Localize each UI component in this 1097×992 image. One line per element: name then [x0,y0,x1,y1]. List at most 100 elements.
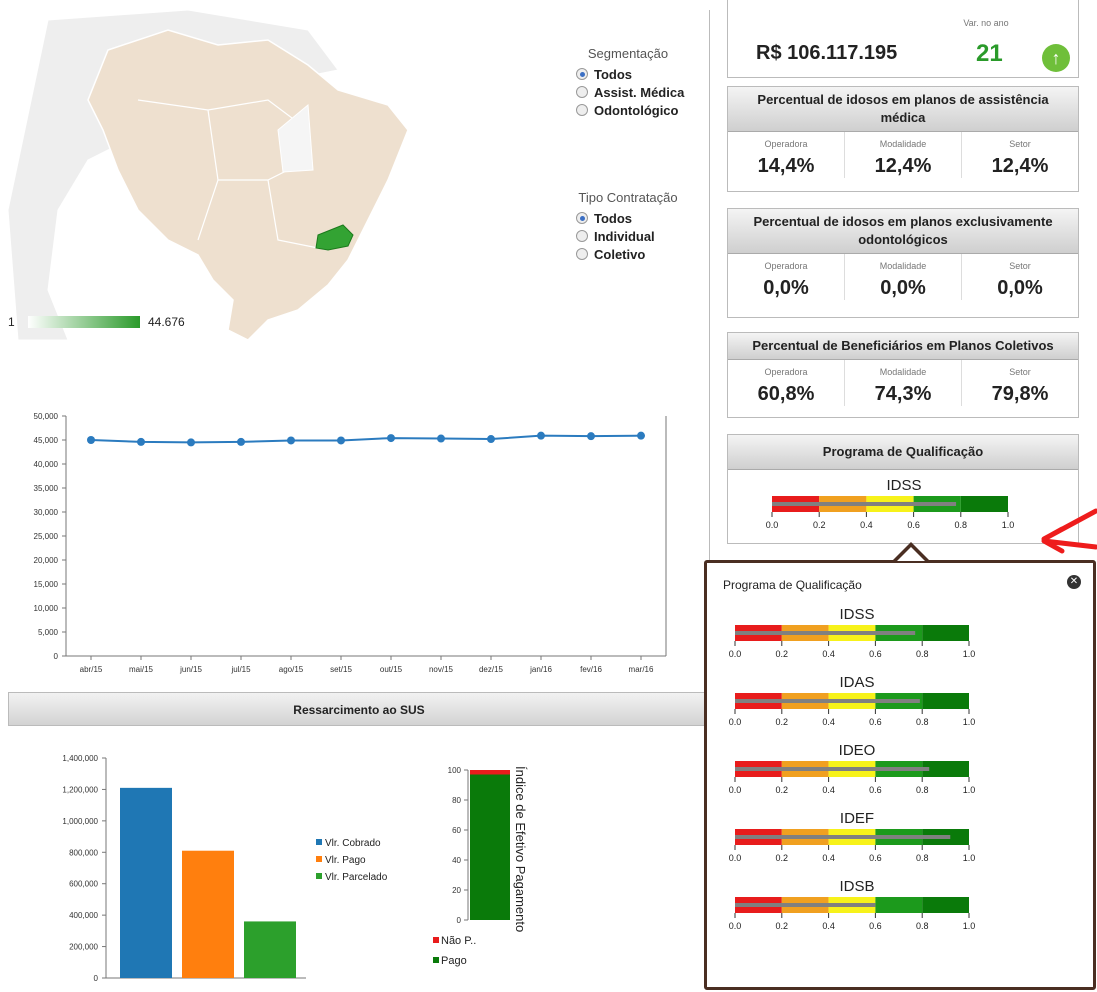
y-tick-label: 15,000 [34,580,59,589]
idosos-medica-title: Percentual de idosos em planos de assist… [728,87,1078,132]
map-brazil-region[interactable] [87,29,409,341]
gauge-title: IDSS [886,477,921,494]
radio-icon[interactable] [576,86,588,98]
y-tick-label: 25,000 [34,532,59,541]
arrow-up-icon: ↑ [1042,44,1070,72]
popup-gauge-idas-tick-label: 0.4 [822,717,835,727]
popup-gauge-idas-tick-label: 0.0 [729,717,742,727]
data-point [237,437,245,446]
popup-gauge-idss-value-bar [735,631,916,635]
y-tick-label: 50,000 [34,412,59,421]
y-tick-label: 10,000 [34,604,59,613]
legend-swatch [316,856,322,862]
popup-gauge-ideo-tick-label: 1.0 [963,785,976,795]
popup-gauge-ideo-tick-label: 0.6 [869,785,882,795]
close-icon[interactable]: ✕ [1067,575,1081,589]
bar-y-tick-label: 1,400,000 [62,754,98,763]
radio-tipo-individual[interactable]: Individual [576,229,708,244]
legend-label: Vlr. Parcelado [325,872,388,883]
popup-gauges-svg: IDSS 0.0 0.2 0.4 0.6 0.8 1.0 IDAS 0.0 0.2 0.4 0.6 0.… [729,606,976,931]
y-tick-label: 40,000 [34,460,59,469]
popup-gauge-idss-tick-label: 0.6 [869,649,882,659]
x-tick-label: mai/15 [129,665,154,674]
popup-gauge-idss-band [922,625,969,641]
bar-1 [120,787,172,978]
bar-y-tick-label: 0 [94,974,99,983]
radio-selected-icon[interactable] [576,212,588,224]
popup-gauge-title-idas: IDAS [839,674,874,691]
brazil-map[interactable] [7,9,528,350]
x-tick-label: set/15 [330,665,352,674]
bar-y-tick-label: 1,200,000 [62,785,98,794]
qualificacao-box[interactable]: Programa de Qualificação IDSS 0.0 0.2 0.4 0.… [727,434,1079,544]
idosos-odonto-stats: Operadora 0,0% Modalidade 0,0% Setor 0,0% [728,254,1078,300]
revenue-amount: R$ 106.117.195 [756,42,898,64]
popup-gauge-idef-tick-label: 1.0 [963,853,976,863]
radio-icon[interactable] [576,248,588,260]
idss-gauge[interactable]: IDSS 0.0 0.2 0.4 0.6 0.8 1.0 [728,470,1080,544]
idss-gauge-tick-label: 0.0 [766,520,779,530]
x-tick-label: jun/15 [179,665,202,674]
map-panel: Segmentação Todos Assist. Médica Odontol… [7,9,710,350]
legend-swatch [316,839,322,845]
coletivos-stats: Operadora 60,8% Modalidade 74,3% Setor 79,8… [728,360,1078,406]
x-tick-label: fev/16 [580,665,602,674]
popup-gauge-idsb-tick-label: 0.4 [822,921,835,931]
popup-gauge-idef-tick-label: 0.6 [869,853,882,863]
stat-setor: Setor 0,0% [997,261,1043,299]
tipo-contratacao-filter: Tipo Contratação Todos Individual Coleti… [548,190,708,265]
stat-setor: Setor 79,8% [991,367,1049,405]
popup-gauge-idsb-tick-label: 0.2 [776,921,789,931]
popup-gauge-ideo-tick-label: 0.8 [916,785,929,795]
radio-seg-assist-medica[interactable]: Assist. Médica [576,85,708,100]
y-tick-label: 20,000 [34,556,59,565]
data-point [637,431,645,440]
bar-y-tick-label: 600,000 [69,880,98,889]
popup-gauge-idas-tick-label: 0.8 [916,717,929,727]
indice-legend-label: Não P.. [441,935,476,947]
series-line [90,434,642,444]
indice-y-tick-label: 40 [452,856,461,865]
indice-y-tick-label: 0 [457,916,462,925]
idss-gauge-tick-label: 0.6 [907,520,920,530]
popup-gauge-idsb-band [875,897,923,913]
popup-gauge-idef-tick-label: 0.4 [822,853,835,863]
x-tick-label: abr/15 [80,665,103,674]
popup-gauge-idss-tick-label: 1.0 [963,649,976,659]
data-point [537,431,545,440]
stat-modalidade: Modalidade 74,3% [845,360,962,406]
popup-gauge-idef-tick-label: 0.8 [916,853,929,863]
radio-tipo-coletivo[interactable]: Coletivo [576,247,708,262]
idss-gauge-tick-label: 0.2 [813,520,826,530]
stat-operadora: Operadora 60,8% [728,360,845,406]
sus-header: Ressarcimento ao SUS [8,692,710,726]
stat-operadora: Operadora 14,4% [728,132,845,178]
coletivos-box: Percentual de Beneficiários em Planos Co… [727,332,1079,418]
x-tick-label: dez/15 [479,665,504,674]
indice-y-tick-label: 100 [448,766,462,775]
radio-seg-todos[interactable]: Todos [576,67,708,82]
idss-gauge-value-bar [772,502,957,506]
radio-selected-icon[interactable] [576,68,588,80]
radio-icon[interactable] [576,104,588,116]
x-tick-label: mar/16 [629,665,654,674]
popup-gauge-idss-tick-label: 0.2 [776,649,789,659]
map-legend: 1 44.676 [8,315,248,329]
indice-y-tick-label: 20 [452,886,461,895]
data-point [137,437,145,446]
qualificacao-title: Programa de Qualificação [728,435,1078,470]
radio-seg-odontologico[interactable]: Odontológico [576,103,708,118]
radio-icon[interactable] [576,230,588,242]
popup-gauge-idas-band [922,693,969,709]
radio-tipo-todos[interactable]: Todos [576,211,708,226]
idss-gauge-tick-label: 1.0 [1002,520,1015,530]
popup-gauge-idsb-value-bar [735,903,876,907]
idss-gauge-tick-label: 0.4 [860,520,873,530]
popup-gauge-idef-tick-label: 0.0 [729,853,742,863]
revenue-box: Var. no ano R$ 106.117.195 21 ↑ [727,0,1079,78]
legend-gradient [28,316,140,328]
stat-modalidade: Modalidade 12,4% [845,132,962,178]
popup-gauge-title-idss: IDSS [839,606,874,623]
popup-pointer-inner [897,547,925,561]
indice-title: Índice de Efetivo Pagamento [513,766,528,932]
